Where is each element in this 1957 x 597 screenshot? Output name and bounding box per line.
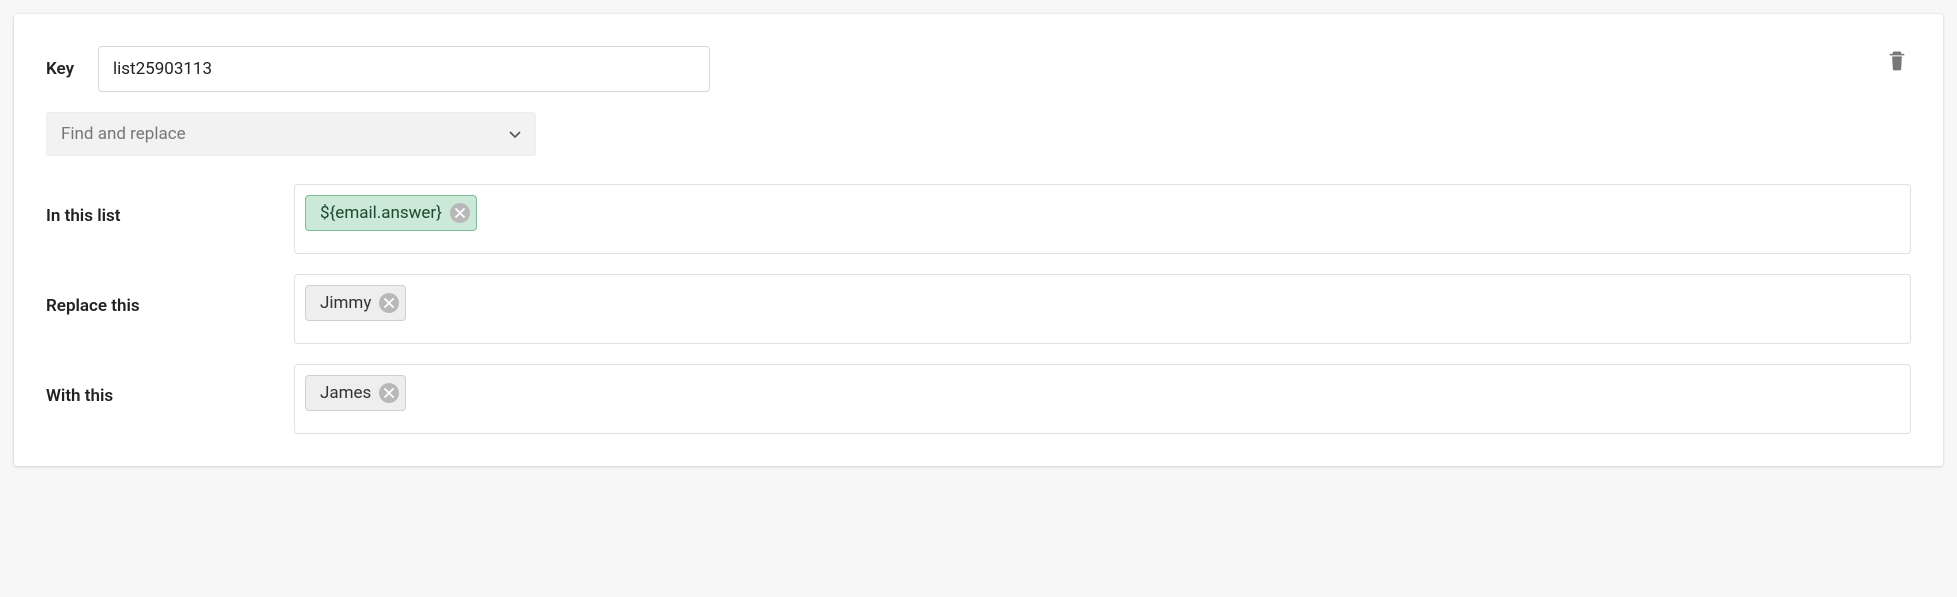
chip-text: Jimmy <box>320 295 371 312</box>
close-icon <box>455 208 465 218</box>
with-this-label: With this <box>46 364 294 406</box>
in-this-list-label: In this list <box>46 184 294 226</box>
in-this-list-chip[interactable]: ${email.answer} <box>305 195 477 231</box>
key-row: Key <box>46 46 1911 92</box>
with-this-row: With this James <box>46 364 1911 434</box>
in-this-list-input[interactable]: ${email.answer} <box>294 184 1911 254</box>
trash-icon <box>1888 49 1906 71</box>
close-icon <box>384 388 394 398</box>
key-input[interactable] <box>98 46 710 92</box>
action-select[interactable]: Find and replace <box>46 112 536 156</box>
chevron-down-icon <box>509 124 521 144</box>
replace-this-row: Replace this Jimmy <box>46 274 1911 344</box>
chip-remove-button[interactable] <box>379 293 399 313</box>
replace-this-label: Replace this <box>46 274 294 316</box>
in-this-list-row: In this list ${email.answer} <box>46 184 1911 254</box>
fields-wrap: In this list ${email.answer} Replace thi… <box>46 184 1911 434</box>
config-card: Key Find and replace In this list ${emai… <box>14 14 1943 466</box>
chip-remove-button[interactable] <box>379 383 399 403</box>
key-label: Key <box>46 59 98 79</box>
replace-this-input[interactable]: Jimmy <box>294 274 1911 344</box>
action-select-value: Find and replace <box>61 124 186 144</box>
close-icon <box>384 298 394 308</box>
delete-button[interactable] <box>1883 46 1911 74</box>
chip-remove-button[interactable] <box>450 203 470 223</box>
with-this-input[interactable]: James <box>294 364 1911 434</box>
chip-text: James <box>320 385 371 402</box>
chip-text: ${email.answer} <box>320 205 442 222</box>
with-this-chip[interactable]: James <box>305 375 406 411</box>
replace-this-chip[interactable]: Jimmy <box>305 285 406 321</box>
